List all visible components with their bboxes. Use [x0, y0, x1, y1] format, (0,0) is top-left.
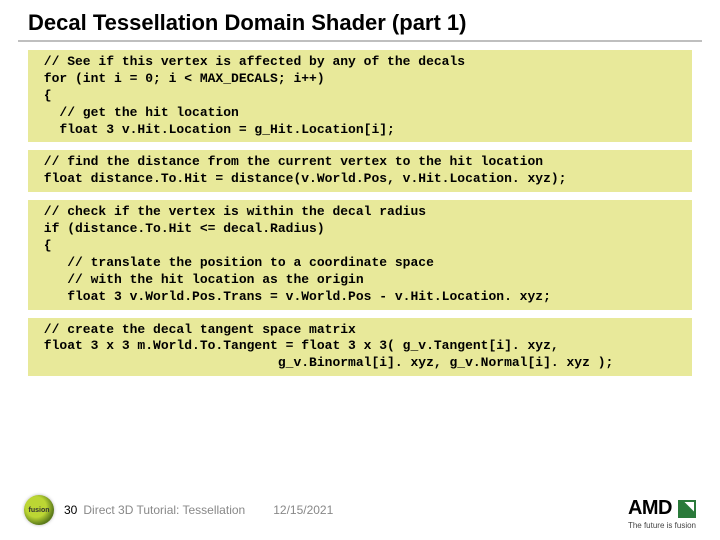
slide-date: 12/15/2021: [273, 503, 333, 517]
brand-name: AMD: [628, 497, 672, 520]
deck-name: Direct 3D Tutorial: Tessellation: [83, 503, 245, 517]
brand-tagline: The future is fusion: [628, 521, 696, 530]
code-block-1: // See if this vertex is affected by any…: [28, 50, 692, 142]
slide-number: 30: [64, 503, 77, 517]
code-block-2: // find the distance from the current ve…: [28, 150, 692, 192]
code-block-3: // check if the vertex is within the dec…: [28, 200, 692, 309]
code-block-4: // create the decal tangent space matrix…: [28, 318, 692, 377]
title-underline: [18, 40, 702, 42]
footer: fusion 30 Direct 3D Tutorial: Tessellati…: [0, 486, 720, 540]
code-area: // See if this vertex is affected by any…: [0, 50, 720, 376]
brand-logo: AMD The future is fusion: [628, 497, 696, 530]
fusion-badge-icon: fusion: [24, 495, 54, 525]
amd-arrow-icon: [678, 500, 696, 518]
slide-title: Decal Tessellation Domain Shader (part 1…: [0, 0, 720, 40]
